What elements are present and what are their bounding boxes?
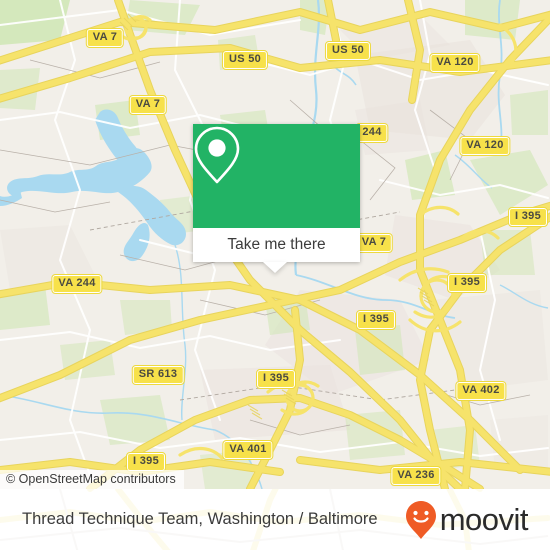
road-shield: VA 7 [354, 233, 394, 253]
road-shield: I 395 [256, 369, 296, 389]
popup-action-area[interactable]: Take me there [193, 228, 360, 262]
road-shield: VA 7 [128, 95, 168, 115]
road-shield: VA 120 [429, 53, 481, 73]
road-shield: VA 244 [51, 274, 103, 294]
road-shield: US 50 [221, 50, 269, 70]
road-shield: VA 7 [85, 28, 125, 48]
take-me-there-label: Take me there [227, 236, 326, 253]
road-shield: VA 402 [455, 381, 507, 401]
map-pin-icon [194, 126, 240, 184]
footer-bar: Thread Technique Team, Washington / Balt… [0, 489, 550, 550]
popup-tail [263, 262, 287, 273]
road-shield: 244 [355, 123, 389, 143]
road-shield: I 395 [126, 452, 166, 472]
location-title: Thread Technique Team, Washington / Balt… [22, 510, 378, 528]
location-popup-card[interactable]: Take me there [193, 124, 360, 273]
road-shield: VA 401 [222, 440, 274, 460]
road-shield: VA 236 [390, 466, 442, 486]
moovit-pin-smiley-icon [405, 500, 436, 539]
popup-pin-area [193, 124, 360, 228]
road-shield: VA 120 [459, 136, 511, 156]
road-shield: SR 613 [131, 365, 185, 385]
road-shield: I 395 [447, 273, 487, 293]
map-canvas[interactable]: .water{fill:#a9d9f0} .waterline{stroke:#… [0, 0, 550, 489]
moovit-logo: moovit [404, 500, 529, 540]
moovit-wordmark: moovit [439, 502, 529, 537]
map-attribution: © OpenStreetMap contributors [0, 470, 184, 489]
road-shield: I 395 [356, 310, 396, 330]
road-shield: I 395 [508, 207, 548, 227]
map-screenshot: .water{fill:#a9d9f0} .waterline{stroke:#… [0, 0, 550, 550]
road-shield: US 50 [324, 41, 372, 61]
